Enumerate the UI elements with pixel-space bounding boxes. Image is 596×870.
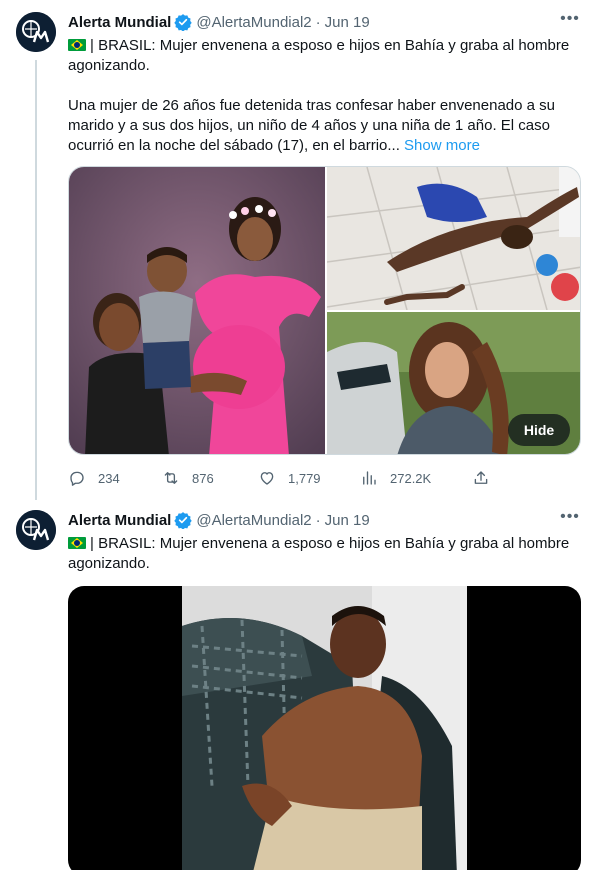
author-name[interactable]: Alerta Mundial	[68, 14, 171, 31]
alerta-mundial-logo-icon	[16, 12, 56, 52]
share-button[interactable]	[472, 466, 502, 490]
tweet-title-line: | BRASIL: Mujer envenena a esposo e hijo…	[68, 535, 570, 572]
retweet-button[interactable]: 876	[162, 466, 214, 490]
tweet-body: Una mujer de 26 años fue detenida tras c…	[68, 96, 580, 156]
show-more-link[interactable]: Show more	[404, 137, 480, 154]
thread-connector-line	[35, 60, 37, 500]
retweet-count: 876	[192, 470, 214, 486]
avatar[interactable]	[16, 510, 56, 550]
analytics-icon	[363, 471, 376, 485]
verified-badge-icon	[174, 14, 193, 31]
tweet-header: Alerta Mundial @AlertaMundial2 · Jun 19	[68, 510, 370, 530]
author-handle[interactable]: @AlertaMundial2	[196, 512, 311, 529]
separator-dot: ·	[315, 13, 321, 31]
woman-outdoor-photo[interactable]: Hide	[327, 312, 580, 454]
video-frame	[182, 586, 467, 870]
tweet-actions: 234 876 1,779 272.2K	[68, 466, 508, 490]
tweet-date[interactable]: Jun 19	[325, 14, 370, 31]
author-handle[interactable]: @AlertaMundial2	[196, 14, 311, 31]
video-player[interactable]	[68, 586, 581, 870]
separator-dot: ·	[315, 511, 321, 529]
tweet-text: | BRASIL: Mujer envenena a esposo e hijo…	[68, 534, 580, 574]
views-button[interactable]: 272.2K	[360, 466, 431, 490]
alerta-mundial-logo-icon	[16, 510, 56, 550]
tweet[interactable]: Alerta Mundial @AlertaMundial2 · Jun 19 …	[0, 0, 596, 500]
tweet-text: | BRASIL: Mujer envenena a esposo e hijo…	[68, 36, 580, 76]
reply-count: 234	[98, 470, 120, 486]
more-options-icon[interactable]: •••	[560, 509, 580, 530]
media-grid: Hide	[68, 166, 581, 455]
tweet[interactable]: Alerta Mundial @AlertaMundial2 · Jun 19 …	[0, 498, 596, 870]
heart-icon	[260, 472, 274, 485]
like-count: 1,779	[288, 470, 321, 486]
tweet-date[interactable]: Jun 19	[325, 512, 370, 529]
verified-badge-icon	[174, 512, 193, 529]
tweet-header: Alerta Mundial @AlertaMundial2 · Jun 19	[68, 12, 370, 32]
tweet-title-line: | BRASIL: Mujer envenena a esposo e hijo…	[68, 37, 570, 74]
retweet-icon	[164, 472, 178, 484]
hide-media-button[interactable]: Hide	[508, 414, 570, 446]
reply-button[interactable]: 234	[68, 466, 120, 490]
avatar[interactable]	[16, 12, 56, 52]
share-icon	[474, 471, 488, 484]
floor-scene-photo[interactable]	[327, 167, 580, 310]
like-button[interactable]: 1,779	[258, 466, 321, 490]
brazil-flag-icon	[68, 39, 86, 51]
brazil-flag-icon	[68, 537, 86, 549]
more-options-icon[interactable]: •••	[560, 11, 580, 32]
reply-icon	[70, 471, 84, 486]
family-photo[interactable]	[69, 167, 325, 454]
view-count: 272.2K	[390, 470, 432, 486]
tweet-body-text: Una mujer de 26 años fue detenida tras c…	[68, 97, 556, 154]
author-name[interactable]: Alerta Mundial	[68, 512, 171, 529]
